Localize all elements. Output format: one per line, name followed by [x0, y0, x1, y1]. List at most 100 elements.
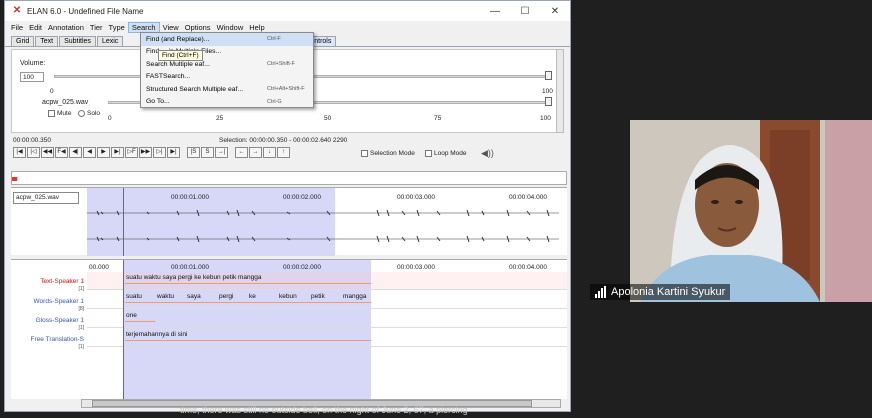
tab-text[interactable]: Text: [35, 36, 59, 46]
tier-name: Words-Speaker 1: [33, 298, 84, 305]
maximize-button[interactable]: ☐: [510, 6, 540, 17]
tier-down-button[interactable]: ↓: [263, 147, 276, 158]
menu-window[interactable]: Window: [214, 23, 247, 32]
menu-item-go-to[interactable]: Go To... Ctrl-G: [141, 96, 313, 109]
current-time: 00:00:00.350: [13, 137, 51, 144]
next-second-button[interactable]: ▶|: [111, 147, 124, 158]
selection-mode-label: Selection Mode: [370, 150, 415, 158]
volume-slider-knob[interactable]: [545, 71, 552, 80]
close-button[interactable]: ✕: [540, 6, 570, 17]
next-annotation-button[interactable]: →: [249, 147, 262, 158]
minimize-button[interactable]: —: [480, 6, 510, 17]
wave-time-4: 00:00:04.000: [509, 194, 547, 201]
previous-step-button[interactable]: F◀: [55, 147, 68, 158]
scale-tick-50: 50: [324, 115, 332, 122]
menu-options[interactable]: Options: [182, 23, 214, 32]
tab-subtitles[interactable]: Subtitles: [59, 36, 96, 46]
media-panel-scrollbar[interactable]: [556, 49, 564, 133]
waveform-channel-1[interactable]: [87, 210, 559, 216]
clear-selection-button[interactable]: S: [201, 147, 214, 158]
tier-up-button[interactable]: ↑: [277, 147, 290, 158]
go-to-end-button[interactable]: ▶|: [167, 147, 180, 158]
menu-annotation[interactable]: Annotation: [45, 23, 87, 32]
player-controls: 00:00:00.350 Selection: 00:00:00.350 - 0…: [11, 135, 567, 167]
translation-annotation[interactable]: terjemahannya di sini: [126, 331, 187, 338]
loop-mode-checkbox[interactable]: [425, 150, 432, 157]
gloss-annotation[interactable]: one: [126, 312, 137, 319]
solo-control: Solo: [78, 110, 100, 117]
word-annotation[interactable]: saya: [187, 293, 201, 300]
tier-label-gloss-speaker[interactable]: Gloss-Speaker 1 [1]: [11, 317, 87, 331]
play-selection-button[interactable]: |S: [187, 147, 200, 158]
menu-edit[interactable]: Edit: [26, 23, 45, 32]
play-button[interactable]: ▶: [97, 147, 110, 158]
fast-forward-button[interactable]: ▶▶: [139, 147, 152, 158]
tier-count: [1]: [78, 344, 84, 350]
go-to-begin-button[interactable]: |◀: [13, 147, 26, 158]
step-back-button[interactable]: ◀: [83, 147, 96, 158]
volume-label: Volume:: [20, 60, 46, 67]
menu-item-label: FASTSearch...: [146, 73, 191, 81]
next-step-button[interactable]: ▷F: [125, 147, 138, 158]
ann-time-3: 00:00:03.000: [397, 264, 435, 271]
menu-item-find-replace[interactable]: Find (and Replace)... Ctrl-F: [141, 33, 313, 46]
tier-label-words-speaker[interactable]: Words-Speaker 1 [8]: [11, 298, 87, 312]
speaker-volume-icon[interactable]: ◀)): [481, 148, 494, 159]
mute-checkbox[interactable]: [48, 110, 55, 117]
window-title: ELAN 6.0 - Undefined File Name: [27, 6, 144, 16]
solo-radio[interactable]: [78, 110, 85, 117]
annotation-crosshair: [123, 260, 124, 400]
menu-tier[interactable]: Tier: [87, 23, 106, 32]
word-annotation[interactable]: mangga: [343, 293, 367, 300]
previous-frame-button[interactable]: |◁: [27, 147, 40, 158]
menu-item-shortcut: Ctrl-G: [267, 98, 282, 105]
waveform-crosshair: [123, 188, 124, 256]
tab-lexicon[interactable]: Lexic: [96, 36, 124, 46]
words-annotation-boundary: [125, 302, 371, 303]
scale-tick-100: 100: [540, 115, 551, 122]
translation-annotation-boundary: [125, 340, 371, 341]
tier-label-text-speaker[interactable]: Text-Speaker 1 [1]: [11, 278, 87, 292]
word-annotation[interactable]: pergi: [219, 293, 233, 300]
text-annotation-boundary: [125, 283, 371, 284]
word-annotation[interactable]: petik: [311, 293, 325, 300]
menu-item-label: Search Multiple eaf...: [146, 60, 210, 68]
ann-time-4: 00:00:04.000: [509, 264, 547, 271]
screen: ✕ ELAN 6.0 - Undefined File Name — ☐ ✕ F…: [0, 0, 872, 418]
loop-mode-label: Loop Mode: [434, 150, 467, 158]
play-button-group: |◀ |◁ ◀◀ F◀ ◀| ◀ ▶ ▶| ▷F ▶▶ ▷| ▶| |S S →…: [13, 147, 291, 158]
previous-second-button[interactable]: ◀|: [69, 147, 82, 158]
menu-file[interactable]: File: [8, 23, 26, 32]
word-annotation[interactable]: ke: [249, 293, 256, 300]
previous-annotation-button[interactable]: ←: [235, 147, 248, 158]
tab-grid[interactable]: Grid: [11, 36, 35, 46]
find-tooltip: Find (Ctrl+F): [158, 50, 203, 61]
timeline-overview[interactable]: [11, 171, 567, 185]
word-annotation[interactable]: waktu: [157, 293, 174, 300]
volume-input[interactable]: 100: [20, 72, 44, 82]
text-annotation[interactable]: suatu waktu saya pergi ke kebun petik ma…: [126, 274, 262, 281]
wave-time-3: 00:00:03.000: [397, 194, 435, 201]
selection-to-end-button[interactable]: →|: [215, 147, 228, 158]
tier-label-free-translation[interactable]: Free Translation-S [1]: [11, 336, 87, 350]
menu-type[interactable]: Type: [106, 23, 128, 32]
waveform-channel-2[interactable]: [87, 236, 559, 242]
menu-item-fastsearch[interactable]: FASTSearch...: [141, 71, 313, 84]
word-annotation[interactable]: kebun: [279, 293, 297, 300]
menu-view[interactable]: View: [160, 23, 182, 32]
tier-name: Gloss-Speaker 1: [35, 317, 84, 324]
rewind-button[interactable]: ◀◀: [41, 147, 54, 158]
menu-help[interactable]: Help: [246, 23, 267, 32]
next-frame-button[interactable]: ▷|: [153, 147, 166, 158]
elan-window: ✕ ELAN 6.0 - Undefined File Name — ☐ ✕ F…: [4, 0, 571, 412]
waveform-file-select[interactable]: acpw_025.wav: [13, 192, 79, 204]
menu-item-structured-search[interactable]: Structured Search Multiple eaf... Ctrl+Al…: [141, 83, 313, 96]
participant-name-tag: Apolonia Kartini Syukur: [590, 284, 731, 300]
tier-row-gloss[interactable]: [87, 310, 567, 328]
menu-item-label: Structured Search Multiple eaf...: [146, 85, 244, 93]
selection-mode-checkbox[interactable]: [361, 150, 368, 157]
selection-info: Selection: 00:00:00.350 - 00:00:02.640 2…: [219, 137, 348, 144]
word-annotation[interactable]: suatu: [126, 293, 142, 300]
file-volume-slider-knob[interactable]: [545, 97, 552, 106]
participant-video-frame: [630, 120, 872, 302]
